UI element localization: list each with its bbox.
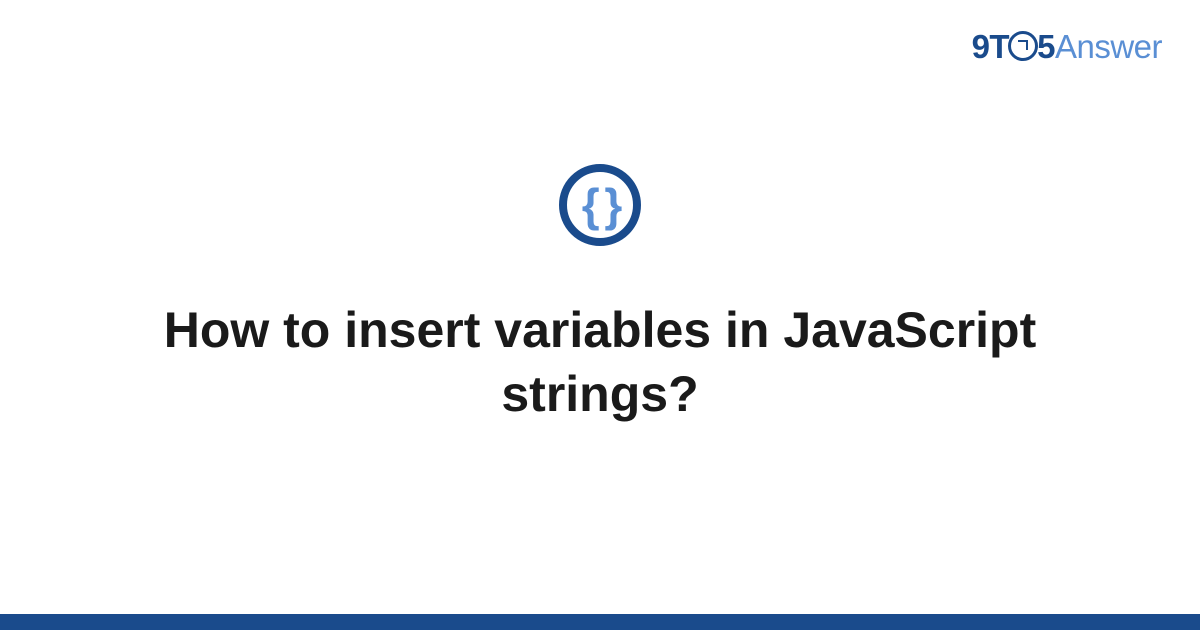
braces-glyph: { } (582, 182, 619, 228)
footer-accent-bar (0, 614, 1200, 630)
main-content: { } How to insert variables in JavaScrip… (0, 0, 1200, 630)
code-braces-icon: { } (559, 164, 641, 246)
page-title: How to insert variables in JavaScript st… (150, 298, 1050, 426)
